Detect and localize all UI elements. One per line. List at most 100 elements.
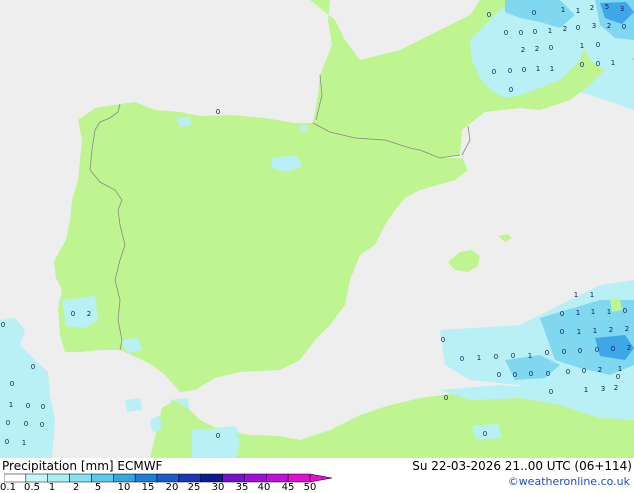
precip-value: 2 [563, 25, 567, 33]
colorbar-tick-label: 35 [235, 482, 249, 493]
precip-value: 0 [578, 347, 582, 355]
colorbar-tick-label: 20 [165, 482, 179, 493]
precip-value: 1 [593, 327, 597, 335]
precip-value: 0 [5, 438, 9, 446]
precip-value: 0 [566, 368, 570, 376]
precip-value: 5 [605, 3, 609, 11]
colorbar-swatch [287, 473, 311, 483]
precip-value: 0 [492, 68, 496, 76]
precip-value: 1 [477, 354, 481, 362]
colorbar-swatch [266, 473, 289, 483]
legend-title: Precipitation [mm] ECMWF [2, 459, 163, 473]
precip-value: 1 [550, 65, 554, 73]
colorbar-swatch [134, 473, 158, 483]
precip-value: 0 [497, 371, 501, 379]
precip-value: 1 [536, 65, 540, 73]
precip-value: 0 [509, 86, 513, 94]
precip-value: 1 [548, 27, 552, 35]
colorbar-swatch [156, 473, 180, 483]
colorbar-tick-label: 0.1 [0, 482, 16, 493]
precip-value: 0 [549, 388, 553, 396]
precip-value: 2 [609, 326, 613, 334]
precip-value: 0 [622, 23, 626, 31]
precip-value: 0 [40, 421, 44, 429]
precip-value: 1 [576, 7, 580, 15]
precip-value: 0 [560, 310, 564, 318]
colorbar-swatch [47, 473, 70, 483]
colorbar-tick-label: 2 [72, 482, 80, 493]
precip-value: 0 [494, 353, 498, 361]
colorbar-tick-label: 50 [303, 482, 317, 493]
precip-value: 0 [41, 403, 45, 411]
colorbar-swatch [244, 473, 267, 483]
precip-value: 0 [508, 67, 512, 75]
precip-value: 1 [561, 6, 565, 14]
precip-value: 0 [26, 402, 30, 410]
precip-value: 0 [582, 367, 586, 375]
forecast-datetime: Su 22-03-2026 21..00 UTC (06+114) [412, 459, 632, 473]
precip-value: 0 [216, 432, 220, 440]
precip-value: 0 [611, 345, 615, 353]
colorbar-tick-label: 1 [48, 482, 56, 493]
colorbar-tick-label: 10 [117, 482, 131, 493]
precip-value: 1 [607, 308, 611, 316]
precip-value: 0 [595, 346, 599, 354]
precip-value: 0 [532, 9, 536, 17]
precip-value: 0 [513, 371, 517, 379]
precip-value: 2 [625, 325, 629, 333]
precip-value: 0 [483, 430, 487, 438]
precip-value: 0 [519, 29, 523, 37]
precip-value: 0 [441, 336, 445, 344]
precip-value: 0 [576, 24, 580, 32]
colorbar-tick-label: 15 [141, 482, 155, 493]
colorbar-swatch [178, 473, 201, 483]
precip-value: 0 [596, 60, 600, 68]
precip-value: 2 [590, 4, 594, 12]
precip-value: 0 [1, 321, 5, 329]
colorbar-tick-label: 30 [211, 482, 225, 493]
credit-link[interactable]: ©weatheronline.co.uk [508, 475, 630, 488]
colorbar-swatch [4, 473, 27, 483]
colorbar-tick-label: 45 [281, 482, 295, 493]
precip-value: 0 [216, 108, 220, 116]
colorbar-tick-label: 40 [257, 482, 271, 493]
precip-value: 0 [504, 29, 508, 37]
precip-value: 3 [620, 5, 624, 13]
precip-value: 1 [9, 401, 13, 409]
precip-value: 0 [549, 44, 553, 52]
colorbar-swatch [25, 473, 48, 483]
precip-value: 1 [611, 59, 615, 67]
precip-value: 0 [616, 373, 620, 381]
precip-value: 2 [535, 45, 539, 53]
colorbar-swatch [200, 473, 223, 483]
colorbar-swatch [222, 473, 245, 483]
precipitation-map[interactable]: 0 0 1 1 2 5 3 0 0 0 1 2 0 3 2 0 2 2 0 1 0 0 0 0 1 1 0 0 1 0 0 0 2 0 0 0 1 0 0 0… [0, 0, 634, 458]
precip-value: 0 [533, 28, 537, 36]
precip-value: 3 [601, 385, 605, 393]
precip-value: 0 [460, 355, 464, 363]
precip-value: 0 [546, 370, 550, 378]
precip-value: 1 [580, 42, 584, 50]
precip-value: 3 [592, 22, 596, 30]
precip-value: 1 [590, 291, 594, 299]
precip-value: 2 [87, 310, 91, 318]
precip-value: 1 [22, 439, 26, 447]
colorbar-swatch [91, 473, 114, 483]
precip-value: 0 [71, 310, 75, 318]
colorbar-arrow [309, 473, 333, 483]
precip-value: 1 [577, 328, 581, 336]
precip-value: 2 [607, 22, 611, 30]
precip-value: 0 [444, 394, 448, 402]
precip-value: 2 [627, 344, 631, 352]
precip-value: 2 [521, 46, 525, 54]
colorbar-tick-label: 5 [94, 482, 102, 493]
precip-value: 1 [618, 365, 622, 373]
precip-value: 2 [598, 366, 602, 374]
precip-value: 0 [623, 307, 627, 315]
precip-value: 0 [31, 363, 35, 371]
precip-value: 1 [591, 308, 595, 316]
precip-value: 0 [562, 348, 566, 356]
precip-value: 0 [560, 328, 564, 336]
precip-value: 0 [487, 11, 491, 19]
precip-value: 0 [6, 419, 10, 427]
